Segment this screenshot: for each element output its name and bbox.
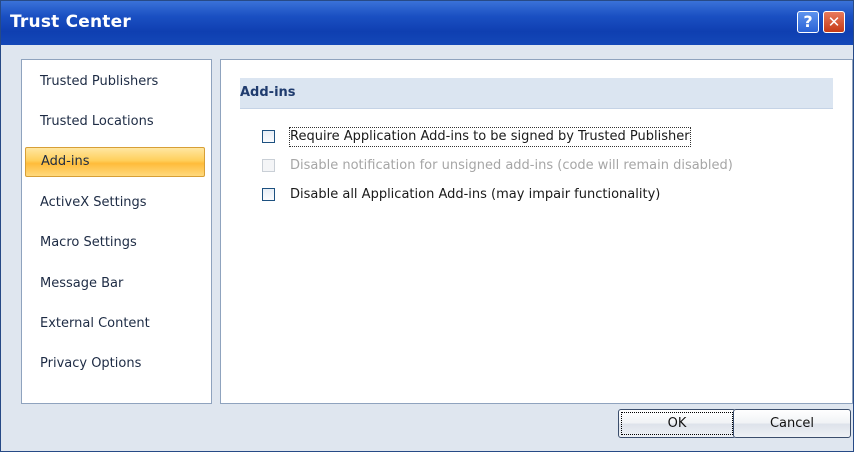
disable-notification-label: Disable notification for unsigned add-in…	[290, 158, 733, 173]
window-title: Trust Center	[10, 12, 131, 32]
sidebar-item-trusted-publishers[interactable]: Trusted Publishers	[25, 67, 205, 97]
sidebar-item-activex-settings[interactable]: ActiveX Settings	[25, 188, 205, 218]
section-title: Add-ins	[240, 85, 296, 100]
require-signed-label[interactable]: Require Application Add-ins to be signed…	[289, 127, 691, 147]
sidebar-item-external-content[interactable]: External Content	[25, 309, 205, 339]
sidebar-item-privacy-options[interactable]: Privacy Options	[25, 349, 205, 379]
require-signed-checkbox[interactable]	[262, 130, 275, 143]
close-icon: ✕	[827, 13, 841, 31]
sidebar-item-trusted-locations[interactable]: Trusted Locations	[25, 107, 205, 137]
close-button[interactable]: ✕	[823, 11, 845, 33]
sidebar: Trusted Publishers Trusted Locations Add…	[21, 59, 212, 404]
disable-all-checkbox[interactable]	[262, 188, 275, 201]
trust-center-dialog: Trust Center ? ✕ Trusted Publishers Trus…	[0, 0, 854, 452]
ok-button[interactable]: OK	[618, 409, 736, 438]
disable-all-label[interactable]: Disable all Application Add-ins (may imp…	[290, 186, 660, 204]
content-panel: Add-ins Require Application Add-ins to b…	[220, 59, 853, 404]
help-icon: ?	[803, 12, 813, 31]
sidebar-item-macro-settings[interactable]: Macro Settings	[25, 228, 205, 258]
help-button[interactable]: ?	[797, 11, 819, 33]
cancel-button[interactable]: Cancel	[733, 409, 851, 438]
sidebar-item-message-bar[interactable]: Message Bar	[25, 269, 205, 299]
sidebar-item-add-ins[interactable]: Add-ins	[25, 147, 205, 177]
disable-notification-checkbox	[262, 159, 275, 172]
section-header: Add-ins	[240, 78, 833, 109]
title-bar[interactable]: Trust Center ? ✕	[1, 1, 853, 45]
